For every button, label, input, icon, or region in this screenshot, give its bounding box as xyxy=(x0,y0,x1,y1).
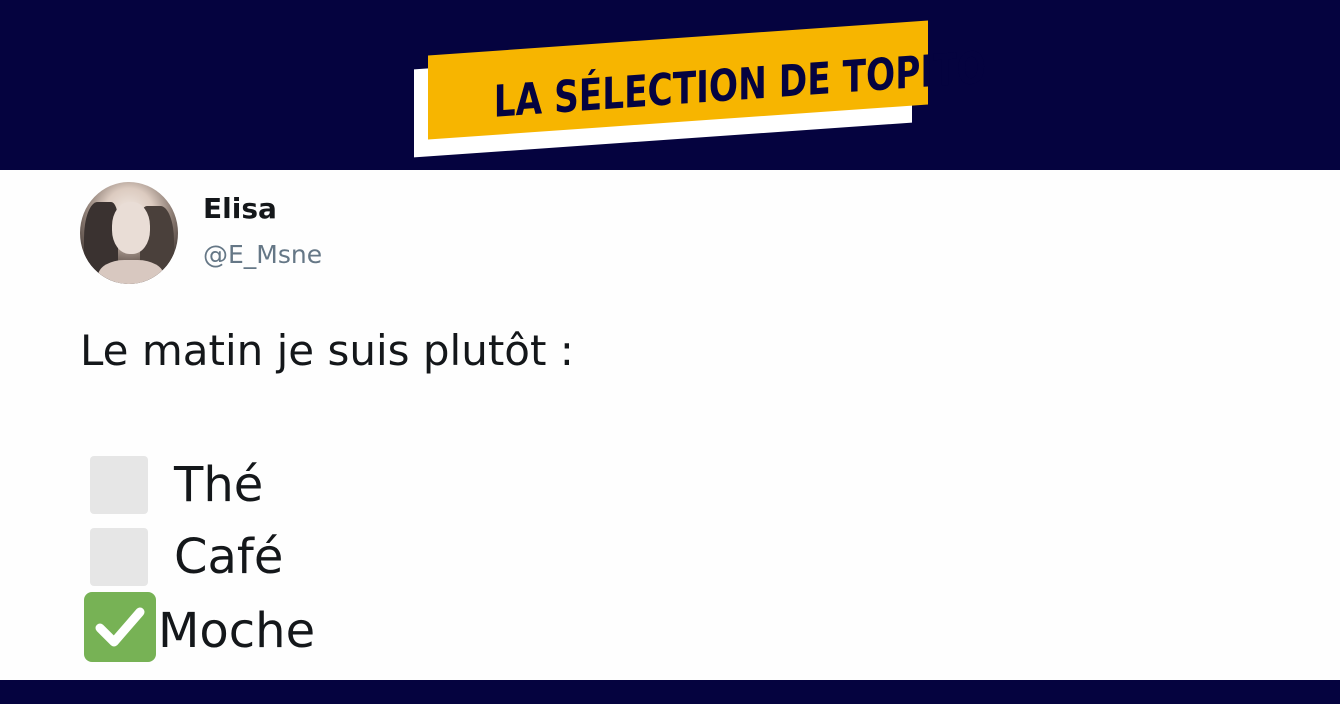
tweet-card: Elisa @E_Msne Le matin je suis plutôt : … xyxy=(0,170,1340,680)
header-banner: LA SÉLECTION DE TOPITO xyxy=(0,0,1340,170)
empty-checkbox-icon xyxy=(90,528,148,586)
option-label: Café xyxy=(174,529,284,585)
author-name[interactable]: Elisa xyxy=(203,192,277,225)
check-mark-icon xyxy=(84,592,156,662)
author-handle[interactable]: @E_Msne xyxy=(203,240,322,269)
avatar-face xyxy=(112,202,150,254)
avatar[interactable] xyxy=(80,182,178,284)
empty-checkbox-icon xyxy=(90,456,148,514)
option-label: Thé xyxy=(174,457,264,513)
option-label: Moche xyxy=(158,603,316,659)
bottom-strip xyxy=(0,680,1340,704)
tweet-text: Le matin je suis plutôt : xyxy=(80,326,574,375)
topito-badge: LA SÉLECTION DE TOPITO xyxy=(414,20,986,158)
avatar-shoulder xyxy=(98,260,164,284)
